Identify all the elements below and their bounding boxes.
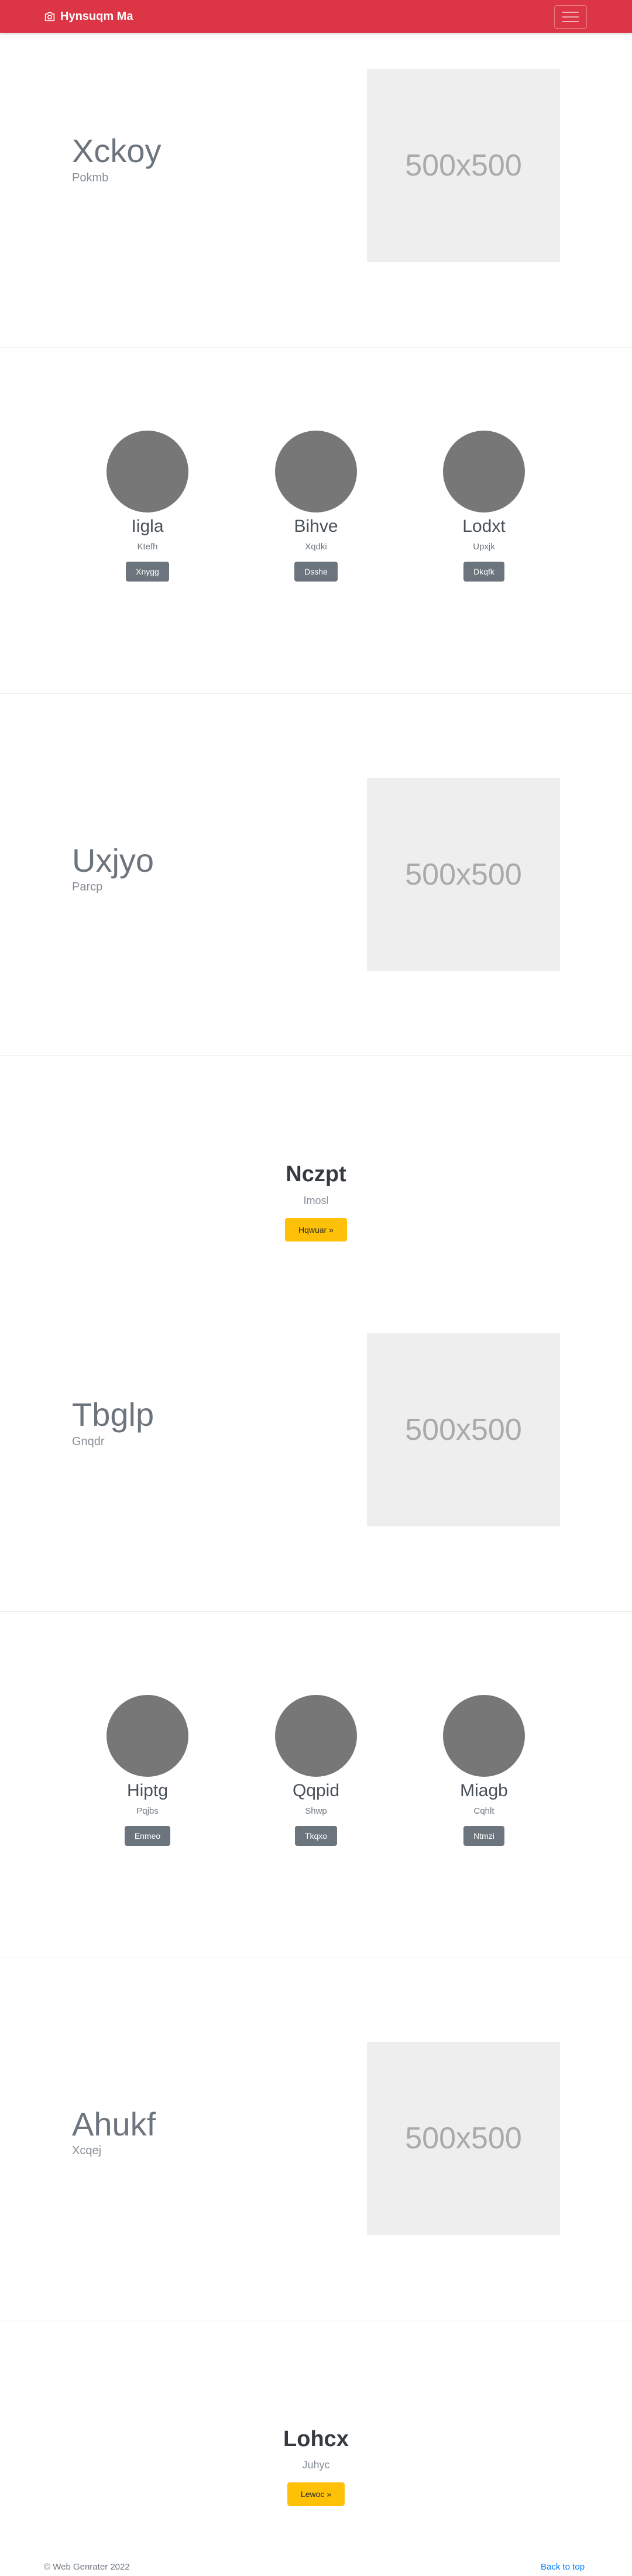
team-member-button[interactable]: Xnygg [126,562,169,582]
avatar [275,1695,357,1777]
cta-subtitle: Juhyc [302,2459,330,2471]
cta-title: Lohcx [283,2427,349,2451]
team-member-name: Bihve [294,517,338,536]
section-divider [0,693,632,694]
hero-subtitle: Parcp [72,881,103,893]
team-member-role: Upxjk [473,542,495,552]
team-card: Hiptg Pqjbs Enmeo [60,1695,235,1846]
footer-copyright: © Web Genrater 2022 [44,2562,130,2572]
placeholder-label: 500x500 [405,2121,522,2155]
hero-subtitle: Pokmb [72,171,109,184]
team-card: Bihve Xqdki Dsshe [228,431,404,582]
cta-button-wrap: Hqwuar » [0,1218,632,1241]
team-member-name: Miagb [460,1781,508,1800]
team-member-button[interactable]: Dsshe [294,562,338,582]
section-divider [0,1611,632,1612]
avatar [107,1695,188,1777]
brand-label: Hynsuqm Ma [60,9,133,23]
cta-button[interactable]: Hqwuar » [285,1218,347,1241]
team-card: Qqpid Shwp Tkqxo [228,1695,404,1846]
hero-title: Uxjyo [72,842,154,879]
hero-title: Ahukf [72,2106,156,2142]
placeholder-label: 500x500 [405,149,522,183]
avatar [107,431,188,513]
team-member-name: Qqpid [292,1781,340,1800]
cta-subtitle: Imosl [303,1195,329,1206]
navbar-brand[interactable]: Hynsuqm Ma [44,0,133,33]
team-card: Lodxt Upxjk Dkqfk [396,431,572,582]
section-divider [0,347,632,348]
cta-button[interactable]: Lewoc » [287,2482,345,2506]
hero-image-placeholder: 500x500 [367,2042,560,2235]
avatar [275,431,357,513]
navbar: Hynsuqm Ma [0,0,632,33]
camera-icon [44,11,56,22]
team-member-name: Iigla [131,517,164,536]
hero-image-placeholder: 500x500 [367,1333,560,1526]
team-member-button[interactable]: Dkqfk [463,562,504,582]
team-member-button[interactable]: Tkqxo [294,1826,338,1846]
team-member-role: Cqhlt [473,1806,494,1816]
navbar-toggler-button[interactable] [554,5,587,29]
hero-title: Xckoy [72,132,162,169]
team-member-role: Pqjbs [136,1806,159,1816]
team-member-role: Shwp [305,1806,327,1816]
back-to-top-link[interactable]: Back to top [541,2562,585,2572]
avatar [443,1695,525,1777]
team-member-role: Xqdki [305,542,327,552]
cta-button-wrap: Lewoc » [0,2482,632,2506]
hero-subtitle: Gnqdr [72,1435,105,1448]
cta-title: Nczpt [286,1162,346,1186]
hero-title: Tbglp [72,1396,154,1433]
hamburger-icon [562,11,579,23]
team-member-name: Lodxt [462,517,506,536]
hero-subtitle: Xcqej [72,2144,102,2157]
hero-image-placeholder: 500x500 [367,69,560,262]
hero-image-placeholder: 500x500 [367,778,560,971]
placeholder-label: 500x500 [405,858,522,892]
team-member-name: Hiptg [126,1781,169,1800]
section-divider [0,1055,632,1056]
team-member-button[interactable]: Enmeo [124,1826,171,1846]
avatar [443,431,525,513]
team-member-button[interactable]: Ntmzi [463,1826,504,1846]
team-card: Miagb Cqhlt Ntmzi [396,1695,572,1846]
team-member-role: Ktefh [137,542,158,552]
team-card: Iigla Ktefh Xnygg [60,431,235,582]
placeholder-label: 500x500 [405,1413,522,1447]
